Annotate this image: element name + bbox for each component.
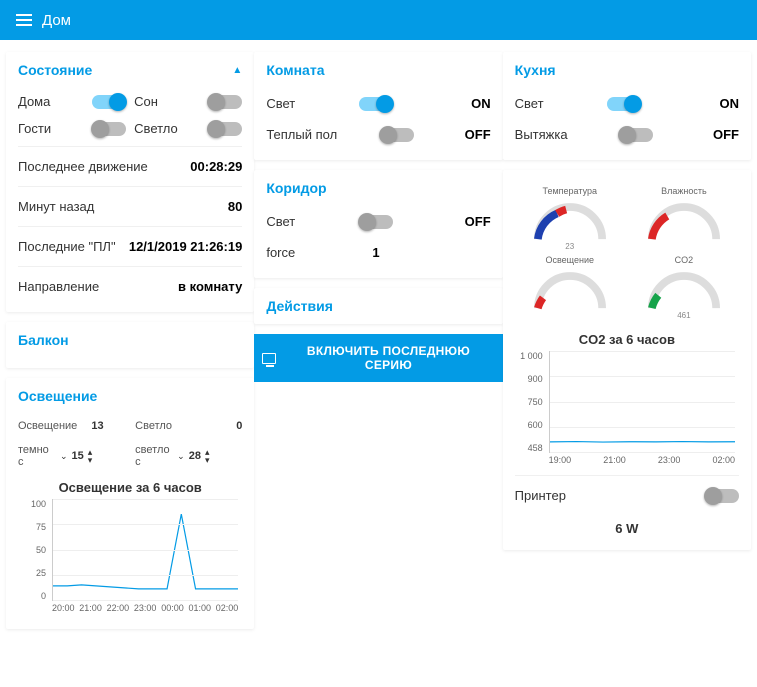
play-last-series-button[interactable]: ВКЛЮЧИТЬ ПОСЛЕДНЮЮ СЕРИЮ: [254, 334, 502, 382]
card-room-title: Комната: [266, 62, 324, 78]
value-force: 1: [372, 245, 379, 260]
card-lighting: Освещение Освещение 13 Светло 0 темно с …: [6, 378, 254, 629]
gauge-humidity: Влажность: [639, 186, 729, 251]
label-direction: Направление: [18, 279, 99, 294]
play-last-series-label: ВКЛЮЧИТЬ ПОСЛЕДНЮЮ СЕРИЮ: [282, 344, 494, 372]
gauge-lux-label: Освещение: [525, 255, 615, 265]
toggle-printer[interactable]: [705, 489, 739, 503]
gauge-co2: CO2 461: [639, 255, 729, 320]
card-corridor-title: Коридор: [266, 180, 326, 196]
state-kitchen-light: ON: [705, 96, 739, 111]
collapse-icon[interactable]: ▲: [232, 65, 242, 76]
hamburger-icon[interactable]: [16, 11, 32, 29]
state-kitchen-hood: OFF: [705, 127, 739, 142]
state-room-light: ON: [457, 96, 491, 111]
card-kitchen: Кухня Свет ON Вытяжка OFF: [503, 52, 751, 160]
toggle-room-light[interactable]: [359, 97, 393, 111]
stepper-dark-from[interactable]: ▴▾: [88, 448, 93, 464]
card-state: Состояние ▲ Дома Сон Гости Светло Послед…: [6, 52, 254, 312]
value-minutes-ago: 80: [228, 199, 242, 214]
label-force: force: [266, 245, 295, 260]
label-lightstate: Светло: [134, 121, 178, 136]
state-corridor-light: OFF: [457, 214, 491, 229]
label-sleep: Сон: [134, 94, 158, 109]
app-header: Дом: [0, 0, 757, 40]
value-lux: 13: [91, 420, 103, 432]
app-title: Дом: [42, 12, 71, 29]
toggle-room-floor[interactable]: [380, 128, 414, 142]
value-bright-from: 28: [189, 450, 201, 462]
value-power: 6 W: [515, 511, 739, 540]
gauge-co2-label: CO2: [639, 255, 729, 265]
toggle-lightstate[interactable]: [208, 122, 242, 136]
label-dark-from: темно с: [18, 444, 56, 468]
value-dark-from: 15: [72, 450, 84, 462]
gauge-co2-value: 461: [639, 311, 729, 320]
card-balcony: Балкон: [6, 322, 254, 368]
card-room: Комната Свет ON Теплый пол OFF: [254, 52, 502, 160]
card-state-title: Состояние: [18, 62, 92, 78]
value-last-pl: 12/1/2019 21:26:19: [129, 239, 242, 254]
label-room-light: Свет: [266, 96, 295, 111]
label-kitchen-hood: Вытяжка: [515, 127, 568, 142]
label-minutes-ago: Минут назад: [18, 199, 94, 214]
label-home: Дома: [18, 94, 50, 109]
tv-icon: [262, 353, 276, 364]
label-printer: Принтер: [515, 488, 566, 503]
toggle-corridor-light[interactable]: [359, 215, 393, 229]
label-last-pl: Последние "ПЛ": [18, 239, 116, 254]
label-bright: Светло: [135, 420, 172, 432]
label-guests: Гости: [18, 121, 51, 136]
toggle-sleep[interactable]: [208, 95, 242, 109]
label-lux: Освещение: [18, 420, 77, 432]
value-direction: в комнату: [178, 279, 242, 294]
chart-co2: 1 000900750600458 19:0021:0023:0002:00: [515, 351, 739, 471]
card-corridor: Коридор Свет OFF force 1: [254, 170, 502, 278]
chevron-down-icon[interactable]: ⌄: [60, 451, 68, 462]
toggle-kitchen-light[interactable]: [607, 97, 641, 111]
state-room-floor: OFF: [457, 127, 491, 142]
value-last-motion: 00:28:29: [190, 159, 242, 174]
chart-lighting: 1007550250 20:0021:0022:0023:0000:0001:0…: [18, 499, 242, 619]
chevron-down-icon[interactable]: ⌄: [177, 451, 185, 462]
label-last-motion: Последнее движение: [18, 159, 148, 174]
toggle-kitchen-hood[interactable]: [619, 128, 653, 142]
toggle-guests[interactable]: [92, 122, 126, 136]
card-actions: Действия: [254, 288, 502, 324]
gauge-temperature: Температура 23: [525, 186, 615, 251]
chart-lighting-title: Освещение за 6 часов: [18, 480, 242, 495]
card-kitchen-title: Кухня: [515, 62, 556, 78]
value-bright: 0: [192, 420, 242, 432]
card-kitchen-sensors: Температура 23 Влажность Освещение CO2 4…: [503, 170, 751, 550]
chart-co2-title: CO2 за 6 часов: [515, 332, 739, 347]
card-lighting-title: Освещение: [18, 388, 97, 404]
gauge-temp-value: 23: [525, 242, 615, 251]
label-room-floor: Теплый пол: [266, 127, 337, 142]
label-corridor-light: Свет: [266, 214, 295, 229]
card-balcony-title: Балкон: [18, 332, 69, 348]
label-bright-from: светло с: [135, 444, 173, 468]
gauge-humidity-label: Влажность: [639, 186, 729, 196]
label-kitchen-light: Свет: [515, 96, 544, 111]
card-actions-title: Действия: [266, 298, 333, 314]
stepper-bright-from[interactable]: ▴▾: [205, 448, 210, 464]
gauge-temp-label: Температура: [525, 186, 615, 196]
gauge-lux: Освещение: [525, 255, 615, 320]
toggle-home[interactable]: [92, 95, 126, 109]
